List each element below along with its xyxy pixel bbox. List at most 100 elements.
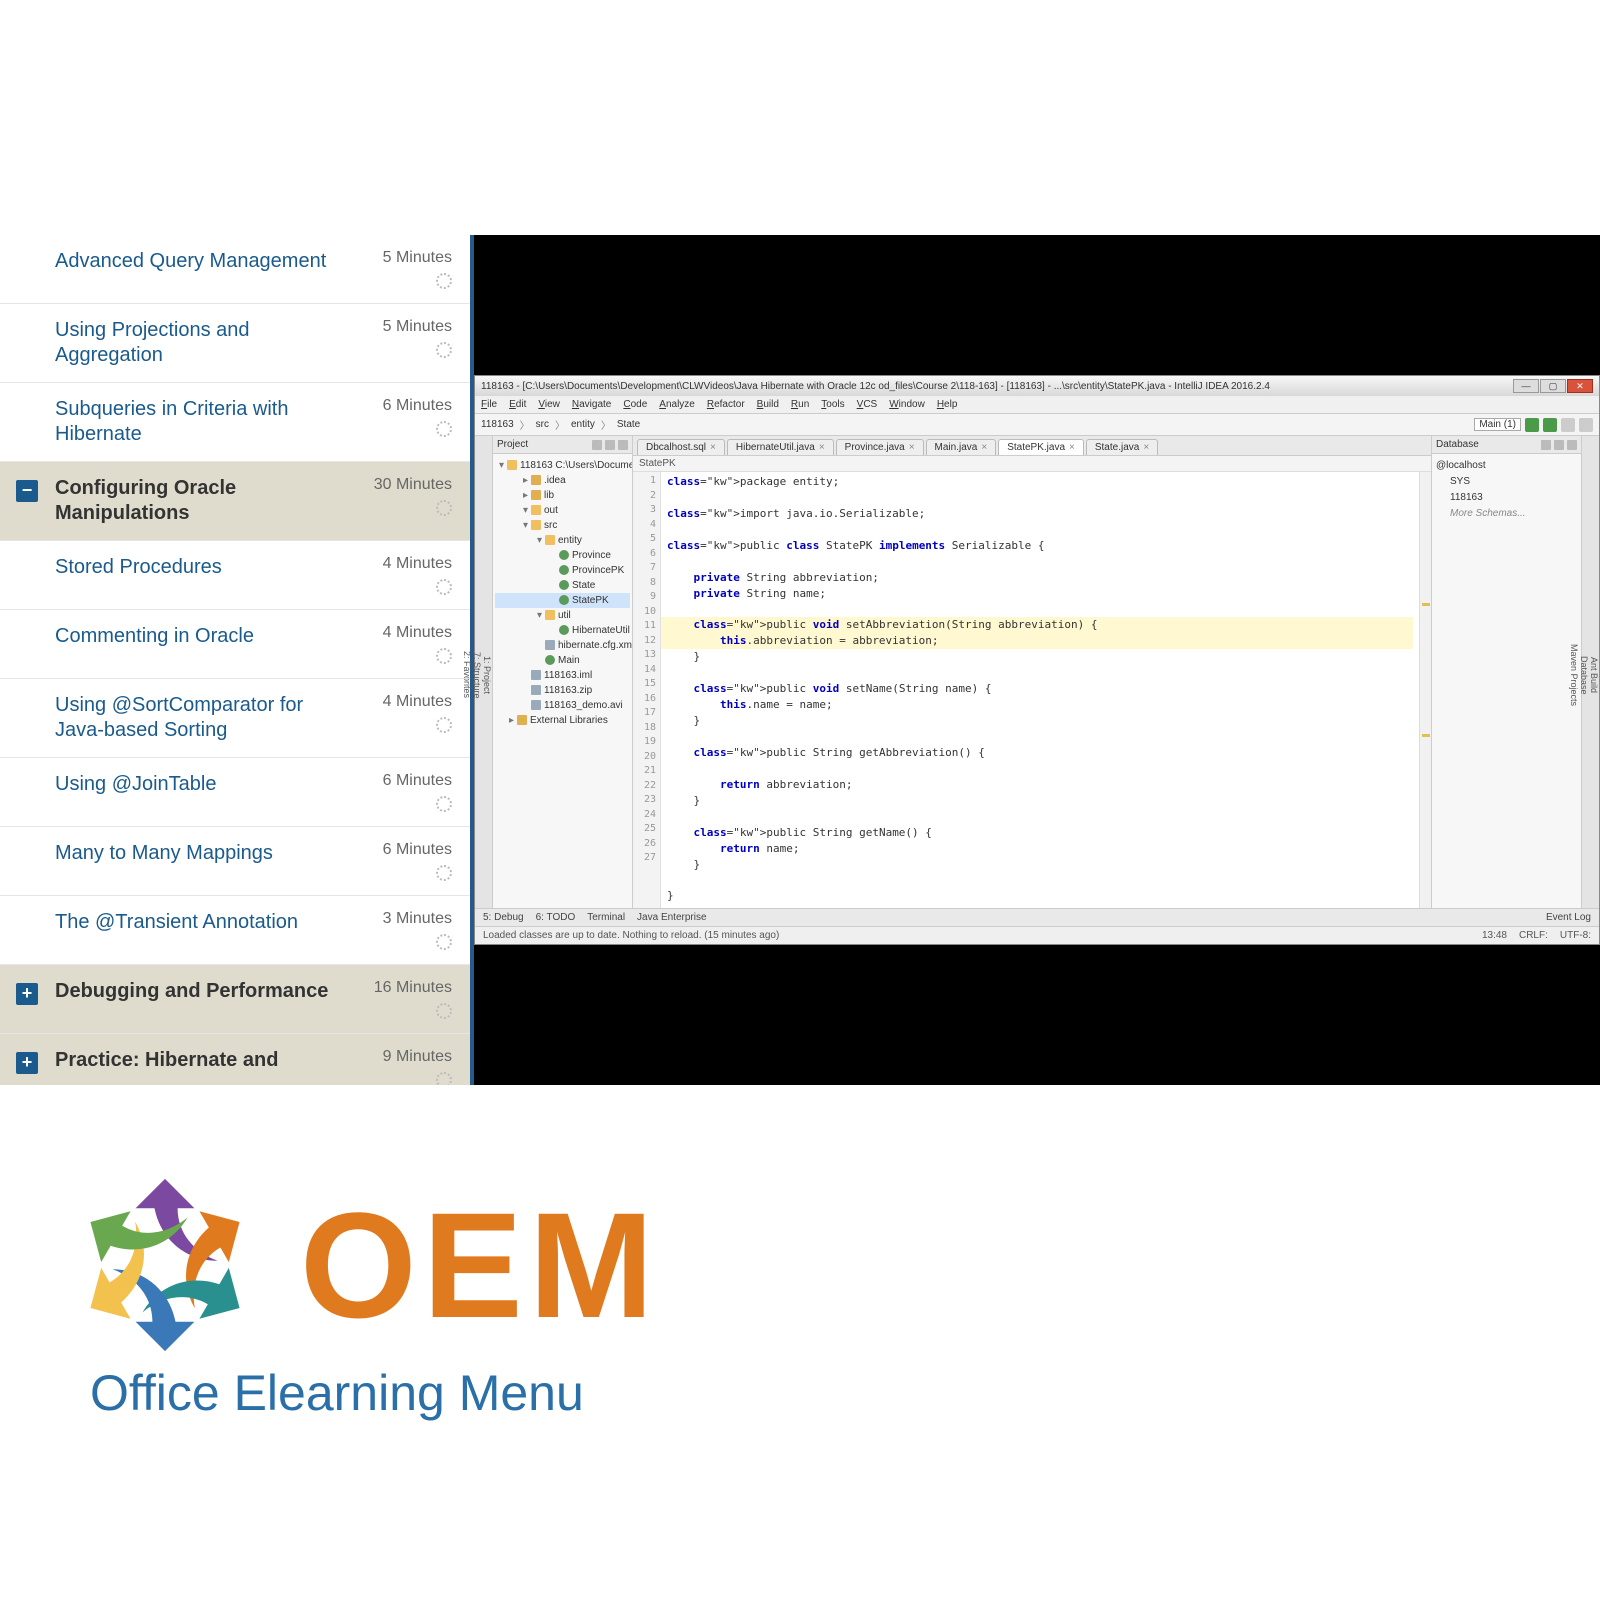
code-editor[interactable]: 1234567891011121314151617181920212223242… xyxy=(633,472,1431,908)
database-tree[interactable]: @localhost SYS 118163More Schemas... xyxy=(1432,454,1581,526)
code-line[interactable]: } xyxy=(667,649,1413,665)
hide-icon[interactable] xyxy=(618,440,628,450)
menu-window[interactable]: Window xyxy=(889,399,925,410)
add-icon[interactable] xyxy=(1541,440,1551,450)
tree-node[interactable]: ▾out xyxy=(495,503,630,518)
tree-node[interactable]: ProvincePK xyxy=(495,563,630,578)
menu-analyze[interactable]: Analyze xyxy=(659,399,695,410)
course-lesson[interactable]: Using @SortComparator for Java-based Sor… xyxy=(0,679,470,758)
code-line[interactable] xyxy=(667,809,1413,825)
event-log-tab[interactable]: Event Log xyxy=(1546,912,1591,923)
tool-tab[interactable]: Database xyxy=(1579,450,1589,900)
gear-icon[interactable] xyxy=(592,440,602,450)
code-line[interactable] xyxy=(667,522,1413,538)
tool-tab[interactable]: Ant Build xyxy=(1589,450,1599,900)
db-node[interactable]: More Schemas... xyxy=(1436,506,1577,522)
tree-node[interactable]: ▸lib xyxy=(495,488,630,503)
refresh-icon[interactable] xyxy=(1554,440,1564,450)
code-line[interactable] xyxy=(667,490,1413,506)
course-lesson[interactable]: Many to Many Mappings6 Minutes xyxy=(0,827,470,896)
code-line[interactable]: private String abbreviation; xyxy=(667,570,1413,586)
code-line[interactable]: class="kw">public void setAbbreviation(S… xyxy=(661,617,1413,633)
tool-tab[interactable]: Maven Projects xyxy=(1569,450,1579,900)
code-line[interactable]: private String name; xyxy=(667,586,1413,602)
tree-node[interactable]: 118163.iml xyxy=(495,668,630,683)
code-line[interactable] xyxy=(667,872,1413,888)
code-line[interactable] xyxy=(667,729,1413,745)
tree-node[interactable]: Main xyxy=(495,653,630,668)
menu-edit[interactable]: Edit xyxy=(509,399,526,410)
editor-tab[interactable]: Province.java× xyxy=(836,439,924,455)
code-line[interactable] xyxy=(667,761,1413,777)
bottom-tool-tab[interactable]: 5: Debug xyxy=(483,912,524,923)
course-lesson[interactable]: Using @JoinTable6 Minutes xyxy=(0,758,470,827)
menu-run[interactable]: Run xyxy=(791,399,809,410)
course-lesson[interactable]: The @Transient Annotation3 Minutes xyxy=(0,896,470,965)
course-section[interactable]: +Debugging and Performance16 Minutes xyxy=(0,965,470,1034)
stop-icon[interactable] xyxy=(1561,418,1575,432)
tree-node[interactable]: HibernateUtil xyxy=(495,623,630,638)
editor-tab[interactable]: StatePK.java× xyxy=(998,439,1084,455)
menu-refactor[interactable]: Refactor xyxy=(707,399,745,410)
course-lesson[interactable]: Advanced Query Management5 Minutes xyxy=(0,235,470,304)
expand-icon[interactable]: + xyxy=(16,1052,38,1074)
editor-tab[interactable]: State.java× xyxy=(1086,439,1158,455)
code-line[interactable] xyxy=(667,665,1413,681)
menu-help[interactable]: Help xyxy=(937,399,958,410)
minimize-button[interactable]: — xyxy=(1513,379,1539,393)
nav-crumb[interactable]: 118163 xyxy=(481,419,514,430)
tree-node[interactable]: 118163.zip xyxy=(495,683,630,698)
menu-code[interactable]: Code xyxy=(623,399,647,410)
left-tool-rail[interactable]: 1: Project7: Structure2: Favorites xyxy=(475,436,493,908)
status-line-sep[interactable]: CRLF: xyxy=(1519,930,1548,941)
db-node[interactable]: SYS xyxy=(1436,474,1577,490)
code-line[interactable]: return name; xyxy=(667,841,1413,857)
tree-node[interactable]: ▸.idea xyxy=(495,473,630,488)
collapse-icon[interactable]: − xyxy=(16,480,38,502)
tool-tab[interactable]: 7: Structure xyxy=(472,450,482,900)
search-icon[interactable] xyxy=(1579,418,1593,432)
tree-node[interactable]: ▾src xyxy=(495,518,630,533)
tree-root[interactable]: ▾118163 C:\Users\Documents... xyxy=(495,458,630,473)
code-line[interactable]: class="kw">public String getAbbreviation… xyxy=(667,745,1413,761)
close-tab-icon[interactable]: × xyxy=(1069,442,1075,453)
close-tab-icon[interactable]: × xyxy=(1143,442,1149,453)
tool-tab[interactable]: 1: Project xyxy=(482,450,492,900)
tree-node[interactable]: 118163_demo.avi xyxy=(495,698,630,713)
code-line[interactable]: class="kw">package entity; xyxy=(667,474,1413,490)
debug-icon[interactable] xyxy=(1543,418,1557,432)
editor-tab[interactable]: Dbcalhost.sql× xyxy=(637,439,725,455)
course-lesson[interactable]: Stored Procedures4 Minutes xyxy=(0,541,470,610)
db-node[interactable]: 118163 xyxy=(1436,490,1577,506)
bottom-tool-tab[interactable]: Java Enterprise xyxy=(637,912,706,923)
course-section[interactable]: −Configuring Oracle Manipulations30 Minu… xyxy=(0,462,470,541)
tree-node[interactable]: StatePK xyxy=(495,593,630,608)
code-line[interactable]: } xyxy=(667,793,1413,809)
course-lesson[interactable]: Commenting in Oracle4 Minutes xyxy=(0,610,470,679)
menu-vcs[interactable]: VCS xyxy=(857,399,878,410)
code-line[interactable] xyxy=(667,554,1413,570)
nav-crumb[interactable]: State xyxy=(617,419,640,430)
status-encoding[interactable]: UTF-8: xyxy=(1560,930,1591,941)
maximize-button[interactable]: ▢ xyxy=(1540,379,1566,393)
course-lesson[interactable]: Using Projections and Aggregation5 Minut… xyxy=(0,304,470,383)
course-section[interactable]: +Practice: Hibernate and9 Minutes xyxy=(0,1034,470,1085)
editor-tab[interactable]: HibernateUtil.java× xyxy=(727,439,834,455)
menu-file[interactable]: File xyxy=(481,399,497,410)
menu-tools[interactable]: Tools xyxy=(821,399,844,410)
code-line[interactable]: this.abbreviation = abbreviation; xyxy=(661,633,1413,649)
right-tool-rail[interactable]: Ant BuildDatabaseMaven Projects xyxy=(1581,436,1599,908)
tree-node[interactable]: ▸External Libraries xyxy=(495,713,630,728)
close-tab-icon[interactable]: × xyxy=(909,442,915,453)
project-tree[interactable]: ▾118163 C:\Users\Documents...▸.idea▸lib▾… xyxy=(493,454,632,908)
code-line[interactable]: return abbreviation; xyxy=(667,777,1413,793)
menu-navigate[interactable]: Navigate xyxy=(572,399,611,410)
close-tab-icon[interactable]: × xyxy=(819,442,825,453)
tree-node[interactable]: ▾util xyxy=(495,608,630,623)
menu-build[interactable]: Build xyxy=(757,399,779,410)
code-line[interactable] xyxy=(667,602,1413,618)
collapse-icon[interactable] xyxy=(605,440,615,450)
tree-node[interactable]: hibernate.cfg.xml xyxy=(495,638,630,653)
menu-view[interactable]: View xyxy=(538,399,560,410)
nav-crumb[interactable]: src xyxy=(536,419,549,430)
